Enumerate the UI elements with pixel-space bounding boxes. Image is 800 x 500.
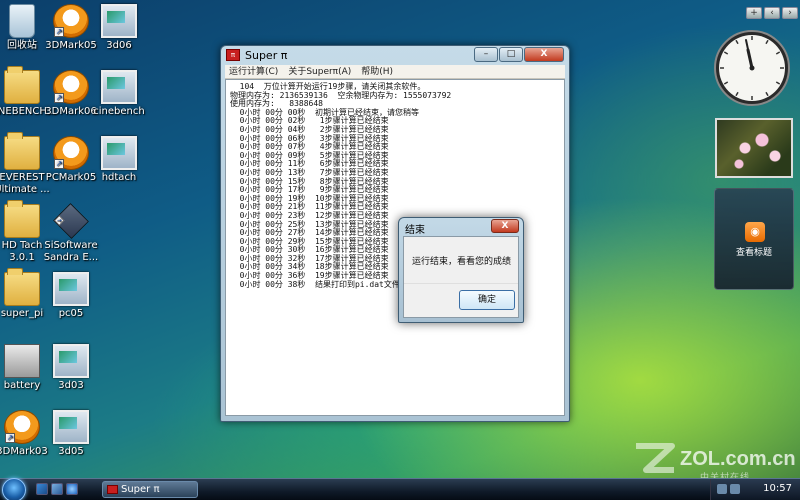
ok-button[interactable]: 确定	[459, 290, 515, 310]
desktop-icon-label: hdtach	[101, 172, 137, 183]
desktop-icon-label: cinebench	[93, 106, 145, 117]
folder-icon	[4, 268, 40, 306]
taskbar-clock[interactable]: 10:57	[763, 483, 792, 494]
folder-icon	[4, 200, 40, 238]
recycle-bin-icon	[9, 4, 35, 38]
start-button[interactable]	[2, 478, 26, 500]
taskbar-item-label: Super π	[121, 484, 160, 495]
folder-icon	[4, 66, 40, 104]
volume-icon[interactable]	[730, 484, 740, 494]
desktop-icon[interactable]: pc05	[37, 272, 105, 320]
image-file-icon	[101, 4, 137, 38]
shortcut-arrow-icon: ↗	[54, 93, 64, 103]
sisoftware-icon: ↗	[53, 203, 89, 239]
network-icon[interactable]	[717, 484, 727, 494]
desktop-icon[interactable]: 3d03	[37, 344, 105, 392]
menu-item-calculate[interactable]: 运行计算(C)	[229, 65, 278, 78]
desktop-icon[interactable]: ↗ SiSoftware Sandra E...	[37, 203, 105, 264]
menu-item-help[interactable]: 帮助(H)	[361, 65, 393, 78]
desktop-icon[interactable]: 3d05	[37, 410, 105, 458]
folder-icon	[4, 132, 40, 170]
maximize-button[interactable]: □	[499, 47, 523, 62]
switch-windows-icon[interactable]	[51, 483, 63, 495]
dialog-close-button[interactable]: X	[491, 219, 519, 233]
result-dialog: 结束 X 运行结束，看看您的成绩 确定	[398, 217, 524, 323]
zol-logo	[636, 443, 675, 473]
battery-icon	[4, 344, 40, 378]
desktop-icon-label: 3d06	[106, 40, 132, 51]
image-file-icon	[101, 70, 137, 104]
clock-gadget[interactable]	[712, 28, 792, 108]
shortcut-arrow-icon: ↗	[5, 433, 15, 443]
next-gadgets-button[interactable]: ›	[782, 7, 798, 19]
internet-explorer-icon[interactable]	[66, 483, 78, 495]
add-gadget-button[interactable]: +	[746, 7, 762, 19]
rss-icon: ◉	[745, 222, 765, 242]
sidebar-controls: + ‹ ›	[746, 7, 798, 19]
shortcut-arrow-icon: ↗	[54, 159, 64, 169]
feed-headlines-gadget[interactable]: ◉ 查看标题	[714, 188, 794, 290]
slideshow-gadget[interactable]	[715, 118, 793, 178]
futuremark-icon: ↗	[53, 70, 89, 104]
shortcut-arrow-icon: ↗	[54, 215, 65, 226]
minimize-button[interactable]: –	[474, 47, 498, 62]
futuremark-icon: ↗	[53, 4, 89, 38]
dialog-title: 结束	[405, 225, 425, 236]
taskbar: Super π 10:57	[0, 478, 800, 500]
system-tray: 10:57	[710, 479, 800, 500]
futuremark-icon: ↗	[53, 136, 89, 170]
image-file-icon	[53, 272, 89, 306]
superpi-titlebar[interactable]: π Super π – □ X	[221, 46, 569, 65]
desktop-icon-label: 3d03	[58, 380, 84, 391]
desktop-icon-label: pc05	[58, 308, 84, 319]
feed-label: 查看标题	[735, 248, 772, 258]
desktop-icon[interactable]: hdtach	[85, 136, 153, 184]
taskbar-item-superpi[interactable]: Super π	[102, 481, 198, 498]
menu-item-about[interactable]: 关于Superπ(A)	[288, 65, 351, 78]
futuremark-icon: ↗	[4, 410, 40, 444]
menu-bar: 运行计算(C) 关于Superπ(A) 帮助(H)	[225, 65, 565, 79]
image-file-icon	[53, 410, 89, 444]
show-desktop-icon[interactable]	[36, 483, 48, 495]
superpi-task-icon	[107, 485, 118, 494]
desktop-icon-label: SiSoftware Sandra E...	[43, 240, 99, 263]
image-file-icon	[101, 136, 137, 170]
dialog-button-area: 确定	[404, 283, 518, 317]
dialog-message: 运行结束，看看您的成绩	[412, 257, 512, 267]
window-title: Super π	[245, 49, 288, 62]
desktop-icon[interactable]: 3d06	[85, 4, 153, 52]
quick-launch	[36, 483, 78, 495]
watermark-site: ZOL.com.cn	[680, 448, 796, 470]
previous-gadgets-button[interactable]: ‹	[764, 7, 780, 19]
dialog-body: 运行结束，看看您的成绩 确定	[403, 236, 519, 318]
desktop-icon-label: 3d05	[58, 446, 84, 457]
superpi-app-icon: π	[226, 49, 240, 61]
close-button[interactable]: X	[524, 47, 564, 62]
image-file-icon	[53, 344, 89, 378]
shortcut-arrow-icon: ↗	[54, 27, 64, 37]
desktop-icon[interactable]: cinebench	[85, 70, 153, 118]
